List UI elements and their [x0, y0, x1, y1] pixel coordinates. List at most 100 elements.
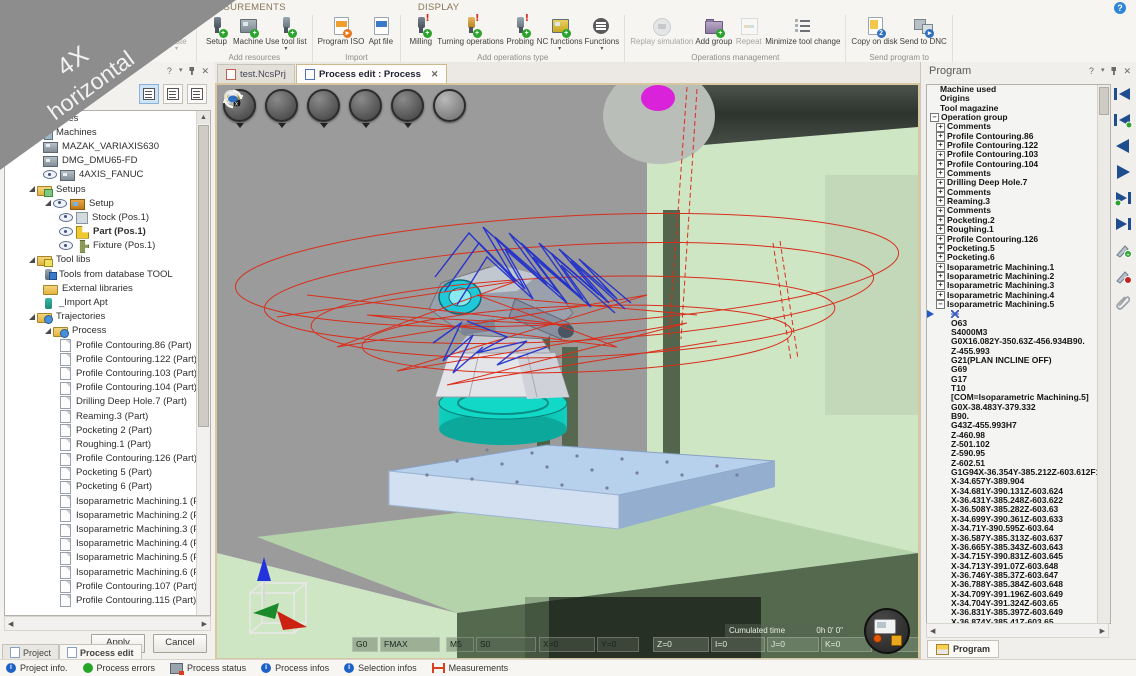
tree-item[interactable]: Isoparametric Machining.6 (Part)	[5, 565, 197, 579]
tree-item[interactable]: Reaming.3 (Part)	[5, 409, 197, 423]
nc-functions-button[interactable]: NC functions ▾	[536, 16, 584, 53]
tree-expander-icon[interactable]	[43, 200, 53, 206]
isometric-view-button[interactable]	[265, 89, 298, 122]
scroll-right-arrow[interactable]: ▶	[202, 620, 207, 628]
tree-item[interactable]: Setup	[5, 196, 197, 210]
visibility-eye-icon[interactable]	[59, 241, 73, 250]
view-mode-detail-button[interactable]	[139, 84, 159, 104]
use-tool-list-button[interactable]: Use tool list ▾	[264, 16, 307, 53]
tree-item[interactable]: MAZAK_VARIAXIS630	[5, 139, 197, 153]
status-measurements[interactable]: Measurements	[432, 663, 509, 673]
copy-on-disk-button[interactable]: Copy on disk	[850, 16, 898, 53]
chevron-down-icon[interactable]	[320, 123, 328, 128]
tree-item[interactable]: Profile Contouring.107 (Part)	[5, 579, 197, 593]
visibility-eye-icon[interactable]	[43, 170, 57, 179]
chevron-down-icon[interactable]	[278, 123, 286, 128]
status-project-info[interactable]: iProject info.	[6, 663, 68, 673]
go-to-start-marker-button[interactable]	[1113, 112, 1133, 129]
cylinder-view-button[interactable]	[307, 89, 340, 122]
replay-simulation-button[interactable]: Replay simulation	[629, 16, 694, 53]
tree-item[interactable]: Part (Pos.1)	[5, 225, 197, 239]
tree-item[interactable]: Profile Contouring.103 (Part)	[5, 366, 197, 380]
visibility-eye-icon[interactable]	[59, 213, 73, 222]
copy-button[interactable]: Copy	[130, 16, 161, 53]
tree-item[interactable]: Stock (Pos.1)	[5, 210, 197, 224]
tree-item[interactable]: Pocketing 2 (Part)	[5, 423, 197, 437]
chevron-down-icon[interactable]	[362, 123, 370, 128]
expand-icon[interactable]: +	[936, 281, 945, 290]
tree-expander-icon[interactable]	[27, 257, 37, 263]
machine-status-icon[interactable]	[864, 608, 910, 654]
tree-expander-icon[interactable]	[43, 328, 53, 334]
expand-icon[interactable]: +	[936, 235, 945, 244]
tree-item[interactable]: Isoparametric Machining.3 (Part)	[5, 522, 197, 536]
machine-button[interactable]: Machine	[232, 16, 264, 53]
collapse-icon[interactable]: −	[930, 113, 939, 122]
visibility-eye-icon[interactable]	[53, 199, 67, 208]
scroll-right-arrow[interactable]: ▶	[1100, 627, 1105, 635]
expand-icon[interactable]: +	[936, 263, 945, 272]
tree-item[interactable]: Machines	[5, 125, 197, 139]
add-breakpoint-button[interactable]: +	[1113, 242, 1133, 259]
scroll-up-arrow[interactable]: ▲	[197, 111, 210, 124]
play-forward-button[interactable]	[1113, 164, 1133, 181]
remove-breakpoint-button[interactable]	[1113, 268, 1133, 285]
expand-icon[interactable]: +	[936, 225, 945, 234]
tree-item[interactable]: Process	[5, 324, 197, 338]
view-mode-compact-button[interactable]	[163, 84, 183, 104]
expand-icon[interactable]: +	[936, 188, 945, 197]
tab-process-edit-process[interactable]: Process edit : Process✕	[296, 64, 447, 83]
refresh-view-button[interactable]	[433, 89, 466, 122]
add-group-button[interactable]: Add group	[694, 16, 733, 53]
chevron-down-icon[interactable]: ▾	[1101, 66, 1105, 76]
filter-button[interactable]: ▾	[84, 86, 105, 101]
help-icon[interactable]: ?	[1114, 2, 1126, 14]
paste-button[interactable]: Paste ▾	[161, 16, 192, 53]
tree-item[interactable]: _Import Apt	[5, 295, 197, 309]
status-selection-infos[interactable]: iSelection infos	[344, 663, 417, 673]
program-iso-button[interactable]: Program ISO	[317, 16, 366, 53]
expand-icon[interactable]: +	[936, 169, 945, 178]
tab-program[interactable]: Program	[927, 640, 999, 658]
program-vertical-scrollbar[interactable]	[1097, 85, 1110, 623]
tree-item[interactable]: DMG_DMU65-FD	[5, 154, 197, 168]
scrollbar-thumb[interactable]	[198, 125, 209, 427]
tree-expander-icon[interactable]	[27, 314, 37, 320]
tree-item[interactable]: Setups	[5, 182, 197, 196]
go-to-end-marker-button[interactable]	[1113, 190, 1133, 207]
expand-icon[interactable]: +	[936, 179, 945, 188]
program-horizontal-scrollbar[interactable]: ◀ ▶	[926, 623, 1109, 638]
status-process-status[interactable]: Process status	[170, 663, 246, 674]
chevron-down-icon[interactable]: ▾	[179, 66, 183, 76]
view-mode-simple-button[interactable]	[187, 84, 207, 104]
tree-expander-icon[interactable]	[27, 129, 37, 135]
milling-button[interactable]: Milling	[405, 16, 436, 53]
close-icon[interactable]: ✕	[201, 66, 209, 76]
tab-project[interactable]: Project	[2, 644, 59, 660]
expand-icon[interactable]: +	[936, 216, 945, 225]
minimize-tool-change-button[interactable]: Minimize tool change	[764, 16, 841, 53]
expand-icon[interactable]: +	[936, 253, 945, 262]
scroll-left-arrow[interactable]: ◀	[930, 627, 935, 635]
expand-icon[interactable]: +	[936, 151, 945, 160]
tree-item[interactable]: Isoparametric Machining.2 (Part)	[5, 508, 197, 522]
tree-item[interactable]: Resources	[5, 111, 197, 125]
setup-button[interactable]: Setup	[201, 16, 232, 53]
tree-item[interactable]: Profile Contouring.104 (Part)	[5, 381, 197, 395]
pin-icon[interactable]	[1111, 67, 1116, 75]
attach-icon[interactable]	[1113, 294, 1133, 311]
expand-icon[interactable]: +	[936, 291, 945, 300]
tree-item[interactable]: Tool libs	[5, 253, 197, 267]
panel-help-icon[interactable]: ?	[1089, 66, 1094, 76]
tree-item[interactable]: External libraries	[5, 281, 197, 295]
tree-item[interactable]: Pocketing 6 (Part)	[5, 480, 197, 494]
status-process-infos[interactable]: iProcess infos	[261, 663, 329, 673]
tree-horizontal-scrollbar[interactable]: ◀ ▶	[4, 616, 211, 631]
expand-icon[interactable]: +	[936, 244, 945, 253]
tree-item[interactable]: Isoparametric Machining.5 (Part)	[5, 551, 197, 565]
chevron-down-icon[interactable]	[236, 123, 244, 128]
machine-3d-scene[interactable]: B x Cumulated time	[215, 83, 920, 660]
scroll-left-arrow[interactable]: ◀	[8, 620, 13, 628]
tree-item[interactable]: Profile Contouring.86 (Part)	[5, 338, 197, 352]
tab-measurements[interactable]: MEASUREMENTS	[202, 2, 286, 13]
